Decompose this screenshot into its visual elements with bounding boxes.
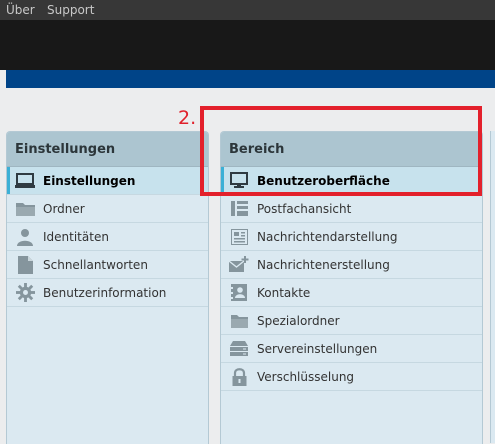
settings-item-identitaeten[interactable]: Identitäten — [7, 223, 208, 251]
section-item-verschluesselung[interactable]: Verschlüsselung — [221, 363, 482, 391]
contacts-icon — [229, 283, 249, 303]
section-item-nachrichtendarstellung[interactable]: Nachrichtendarstellung — [221, 223, 482, 251]
settings-item-benutzerinformation[interactable]: Benutzerinformation — [7, 279, 208, 307]
section-item-label: Spezialordner — [257, 313, 340, 328]
settings-item-ordner[interactable]: Ordner — [7, 195, 208, 223]
settings-item-einstellungen[interactable]: Einstellungen — [7, 167, 208, 195]
settings-item-label: Einstellungen — [43, 173, 136, 188]
server-icon — [229, 339, 249, 359]
settings-item-label: Benutzerinformation — [43, 285, 167, 300]
lock-icon — [229, 367, 249, 387]
section-item-label: Postfachansicht — [257, 201, 352, 216]
settings-item-label: Identitäten — [43, 229, 109, 244]
section-item-label: Verschlüsselung — [257, 369, 355, 384]
person-icon — [15, 227, 35, 247]
settings-item-label: Ordner — [43, 201, 85, 216]
section-item-label: Servereinstellungen — [257, 341, 378, 356]
folder-icon — [15, 199, 35, 219]
document-icon — [15, 255, 35, 275]
top-menu-bar: Über Support — [0, 0, 495, 20]
accent-strip — [6, 70, 495, 88]
content-panel-edge — [490, 131, 495, 443]
gear-icon — [15, 283, 35, 303]
settings-item-schnellantworten[interactable]: Schnellantworten — [7, 251, 208, 279]
section-item-nachrichtenerstellung[interactable]: Nachrichtenerstellung — [221, 251, 482, 279]
folder-icon — [229, 311, 249, 331]
settings-item-label: Schnellantworten — [43, 257, 148, 272]
section-item-spezialordner[interactable]: Spezialordner — [221, 307, 482, 335]
app-header — [0, 20, 495, 70]
settings-panel: Einstellungen Einstellungen Ordner Ident… — [6, 131, 209, 444]
menu-about-link[interactable]: Über — [6, 3, 35, 17]
section-item-servereinstellungen[interactable]: Servereinstellungen — [221, 335, 482, 363]
compose-mail-icon — [229, 255, 249, 275]
monitor-icon — [15, 171, 35, 191]
section-item-label: Nachrichtenerstellung — [257, 257, 390, 272]
step-annotation-highlight-box — [200, 106, 482, 196]
step-annotation-number: 2. — [178, 107, 197, 129]
section-item-label: Nachrichtendarstellung — [257, 229, 398, 244]
message-view-icon — [229, 227, 249, 247]
settings-panel-title: Einstellungen — [7, 132, 208, 167]
menu-support-link[interactable]: Support — [47, 3, 94, 17]
section-item-kontakte[interactable]: Kontakte — [221, 279, 482, 307]
mailbox-layout-icon — [229, 199, 249, 219]
section-item-postfachansicht[interactable]: Postfachansicht — [221, 195, 482, 223]
section-item-label: Kontakte — [257, 285, 311, 300]
